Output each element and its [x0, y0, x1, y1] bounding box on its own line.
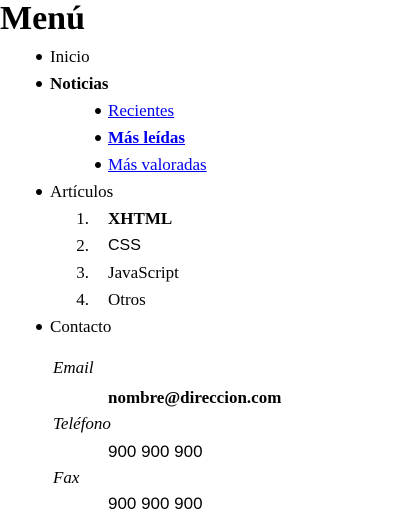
- menu-item-label: Inicio: [50, 47, 90, 66]
- bullet-icon: [36, 324, 42, 330]
- list-number: 3.: [76, 263, 89, 282]
- menu-item-articulos: Artículos: [0, 178, 380, 205]
- ordered-item-label: XHTML: [108, 209, 173, 228]
- page-title: Menú: [0, 0, 85, 37]
- ordered-item-xhtml: 1. XHTML: [0, 205, 380, 232]
- ordered-item-css: 2. CSS: [0, 232, 380, 259]
- phone-value: 900 900 900: [108, 442, 203, 461]
- bullet-icon: [36, 54, 42, 60]
- email-value: nombre@direccion.com: [108, 388, 282, 407]
- list-number: 4.: [76, 290, 89, 309]
- menu-item-contacto: Contacto: [0, 313, 380, 340]
- ordered-item-otros: 4. Otros: [0, 286, 380, 313]
- menu-item-label: Artículos: [50, 182, 114, 201]
- bullet-icon: [95, 108, 101, 114]
- ordered-item-javascript: 3. JavaScript: [0, 259, 380, 286]
- menu-item-label: Contacto: [50, 317, 112, 336]
- submenu-item-mas-valoradas: Más valoradas: [0, 151, 380, 178]
- submenu-item-recientes: Recientes: [0, 97, 380, 124]
- main-menu: Inicio Noticias Recientes Más leídas Más…: [0, 43, 380, 340]
- link-mas-leidas[interactable]: Más leídas: [108, 124, 185, 151]
- bullet-icon: [95, 135, 101, 141]
- link-mas-valoradas[interactable]: Más valoradas: [108, 151, 207, 178]
- email-term: Email: [53, 358, 94, 377]
- fax-value: 900 900 900: [108, 494, 203, 513]
- ordered-item-label: Otros: [108, 290, 146, 309]
- menu-item-inicio: Inicio: [0, 43, 380, 70]
- list-number: 1.: [76, 209, 89, 228]
- list-number: 2.: [76, 236, 89, 255]
- bullet-icon: [95, 162, 101, 168]
- menu-item-label: Noticias: [50, 74, 109, 93]
- menu-item-noticias: Noticias: [0, 70, 380, 97]
- submenu-item-mas-leidas: Más leídas: [0, 124, 380, 151]
- bullet-icon: [36, 189, 42, 195]
- ordered-item-label: CSS: [108, 237, 141, 254]
- fax-term: Fax: [53, 468, 80, 487]
- link-recientes[interactable]: Recientes: [108, 97, 174, 124]
- ordered-item-label: JavaScript: [108, 263, 179, 282]
- bullet-icon: [36, 81, 42, 87]
- phone-term: Teléfono: [53, 414, 111, 433]
